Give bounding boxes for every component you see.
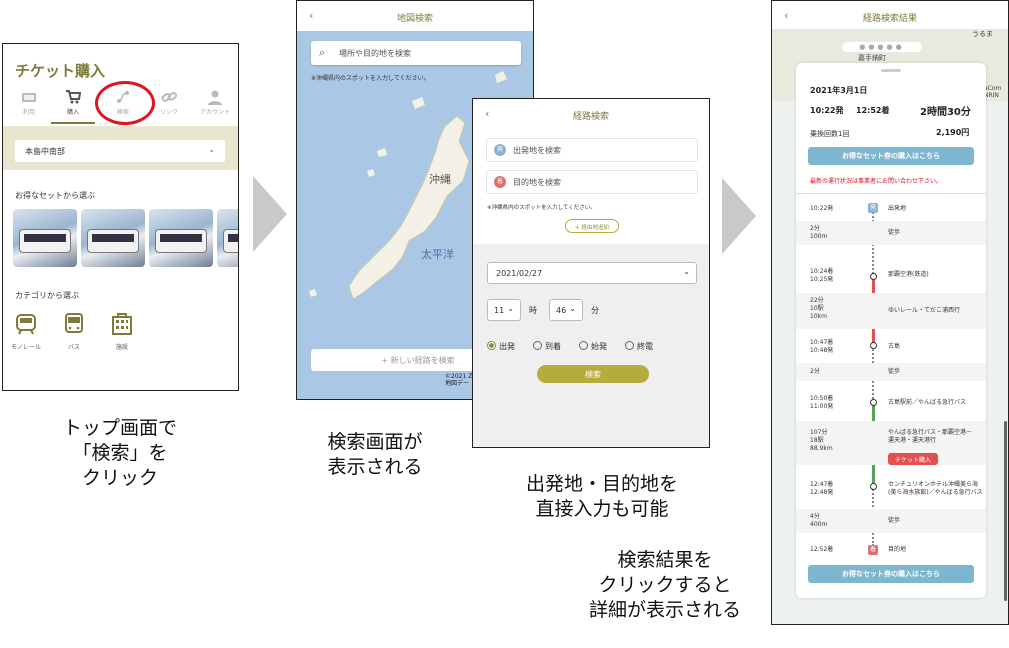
- timeline-row[interactable]: 2分 100m 徒歩: [796, 221, 986, 245]
- radio-last[interactable]: 終電: [625, 341, 653, 352]
- search-button[interactable]: 検索: [537, 365, 649, 383]
- nav-account[interactable]: アカウント: [193, 89, 237, 116]
- nav-purchase[interactable]: 購入: [51, 89, 95, 116]
- service-warning: 最新の運行状況は事業者にお問い合わせ下さい。: [810, 178, 943, 185]
- radio-depart[interactable]: 出発: [487, 341, 515, 352]
- back-icon[interactable]: ‹: [485, 107, 489, 120]
- origin-marker-icon: 発: [494, 144, 506, 156]
- chevron-down-icon: ⌄: [683, 267, 690, 276]
- page-title: 地図検索: [396, 14, 433, 24]
- bus-icon: [65, 313, 83, 333]
- timeline-row[interactable]: 22分 10駅 10km ゆいレール・てだこ浦西行: [796, 293, 986, 329]
- timeline-row[interactable]: 4分 400m 徒歩: [796, 509, 986, 533]
- category-monorail[interactable]: モノレール: [6, 312, 46, 351]
- person-icon: [208, 90, 222, 105]
- set-card[interactable]: [81, 209, 145, 267]
- link-icon: [161, 92, 177, 102]
- timeline-row[interactable]: 10:47着 10:48発 古島: [796, 335, 986, 359]
- header-bar: ‹ 経路検索結果: [772, 1, 1008, 31]
- map-copyright: ©2021 Z 地図デー: [445, 373, 473, 387]
- timeline-row[interactable]: 12:47着 12:48発 センチュリオンホテル沖縄美ら海 (美ら海水族館)／や…: [796, 477, 986, 501]
- search-note: ※沖縄県内のスポットを入力してください。: [311, 75, 430, 82]
- set-card[interactable]: [13, 209, 77, 267]
- arrive-time: 12:52着: [856, 106, 890, 115]
- timeline-row[interactable]: 2分 徒歩: [796, 363, 986, 381]
- radio-arrive[interactable]: 到着: [533, 341, 561, 352]
- caption-result-detail: 検索結果を クリックすると 詳細が表示される: [588, 549, 741, 621]
- set-ticket-button[interactable]: お得なセット券の購入はこちら: [808, 147, 974, 165]
- monorail-icon: [16, 314, 36, 335]
- header-bar: ‹ 地図検索: [297, 1, 533, 31]
- input-note: ※沖縄県内のスポットを入力してください。: [487, 205, 596, 211]
- bus-photo: [223, 229, 238, 253]
- back-icon[interactable]: ‹: [309, 9, 313, 22]
- flow-arrow: [253, 176, 287, 252]
- page-title: 経路検索: [572, 112, 609, 122]
- date-select[interactable]: 2021/02/27 ⌄: [487, 262, 697, 284]
- transfer-count: 乗換回数1回: [810, 130, 850, 138]
- cart-icon: [66, 90, 81, 104]
- bus-photo: [19, 229, 71, 253]
- radio-first[interactable]: 始発: [579, 341, 607, 352]
- minute-unit: 分: [591, 306, 599, 315]
- timeline-row[interactable]: 10:50着 11:00発 古島駅前／やんばる急行バス: [796, 391, 986, 415]
- page-title: チケット購入: [15, 62, 106, 80]
- chevron-down-icon: ⌄: [569, 304, 576, 313]
- ticket-icon: [22, 93, 36, 102]
- category-facility[interactable]: 施設: [102, 312, 142, 351]
- region-select[interactable]: 本島中南部 ⌄: [15, 140, 225, 162]
- search-icon: ⌕: [319, 46, 326, 59]
- bus-photo: [155, 229, 207, 253]
- origin-input[interactable]: 発 出発地を検索: [487, 139, 697, 161]
- top-screen: チケット購入 利用 購入 検索 リンク アカウント 本島中南部 ⌄ お得なセット…: [2, 43, 239, 391]
- destination-input[interactable]: 着 目的地を検索: [487, 171, 697, 193]
- route-search-screen: ‹ 経路検索 発 出発地を検索 着 目的地を検索 ※沖縄県内のスポットを入力して…: [472, 98, 710, 448]
- scrollbar[interactable]: [1004, 421, 1007, 601]
- destination-marker-icon: 着: [494, 176, 506, 188]
- set-card[interactable]: [217, 209, 238, 267]
- route-result-screen: ‹ 経路検索結果 うるま 嘉手納町 aCom NRIN ●●●●● 2021年3…: [771, 0, 1009, 625]
- timeline-row[interactable]: 10:24着 10:25発 那覇空港(鉄道): [796, 265, 986, 287]
- category-heading: カテゴリから選ぶ: [15, 291, 79, 300]
- nav-use[interactable]: 利用: [7, 89, 51, 116]
- depart-time: 10:22発: [810, 106, 844, 115]
- caption-direct-input: 出発地・目的地を 直接入力も可能: [525, 473, 678, 520]
- ticket-purchase-button[interactable]: チケット購入: [888, 453, 938, 465]
- place-search-input[interactable]: ⌕ 場所や目的地を検索: [311, 41, 521, 65]
- duration: 2時間30分: [920, 107, 971, 118]
- caption-search-screen: 検索画面が 表示される: [327, 431, 423, 478]
- minute-select[interactable]: 46 ⌄: [549, 299, 583, 321]
- header-bar: ‹ 経路検索: [473, 99, 709, 129]
- back-icon[interactable]: ‹: [784, 9, 788, 22]
- map-label-pacific: 太平洋: [421, 248, 454, 261]
- chevron-down-icon: ⌄: [507, 304, 514, 313]
- building-icon: [112, 313, 132, 335]
- category-bus[interactable]: バス: [54, 312, 94, 351]
- set-card[interactable]: [149, 209, 213, 267]
- active-tab-indicator: [51, 122, 95, 124]
- flow-arrow: [722, 178, 756, 254]
- hour-select[interactable]: 11 ⌄: [487, 299, 521, 321]
- set-heading: お得なセットから選ぶ: [15, 191, 95, 200]
- route-date: 2021年3月1日: [810, 86, 868, 95]
- fare: 2,190円: [936, 128, 970, 137]
- add-waypoint-button[interactable]: + 経由地追加: [565, 219, 619, 233]
- result-card[interactable]: 2021年3月1日 10:22発 12:52着 2時間30分 乗換回数1回 2,…: [796, 63, 986, 598]
- timeline-row[interactable]: 12:52着 目的地: [796, 541, 986, 559]
- drag-handle[interactable]: [881, 69, 901, 72]
- map-label-okinawa: 沖縄: [429, 173, 451, 186]
- bus-photo: [87, 229, 139, 253]
- timeline-row[interactable]: 10:22発 出発地: [796, 199, 986, 219]
- set-ticket-button-bottom[interactable]: お得なセット券の購入はこちら: [808, 565, 974, 583]
- caption-top-screen: トップ画面で 「検索」を クリック: [62, 417, 177, 489]
- carousel-dots[interactable]: ●●●●●: [842, 42, 922, 52]
- highlight-circle: [95, 81, 155, 125]
- chevron-down-icon: ⌄: [208, 145, 215, 154]
- page-title: 経路検索結果: [862, 14, 917, 24]
- hour-unit: 時: [529, 306, 537, 315]
